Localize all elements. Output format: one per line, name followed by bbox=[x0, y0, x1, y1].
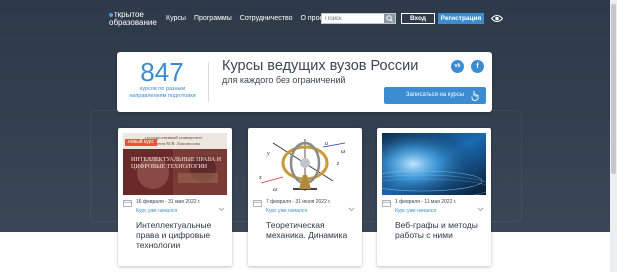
search-box bbox=[321, 13, 396, 24]
site-logo[interactable]: ткрытое образование bbox=[109, 11, 157, 27]
facebook-icon[interactable]: f bbox=[471, 60, 484, 73]
course-date: 16 февраля - 31 мая 2022 г. bbox=[136, 199, 201, 205]
banner-subtitle: для каждого без ограничений bbox=[222, 75, 346, 85]
course-status: Курс уже начался bbox=[395, 208, 437, 214]
vk-icon[interactable]: vk bbox=[451, 60, 464, 73]
pointer-hand-icon bbox=[471, 91, 479, 101]
svg-text:имени М.В. Ломоносова: имени М.В. Ломоносова bbox=[153, 141, 200, 146]
course-card-web-graphs[interactable]: 1 февраля - 11 мая 2022 г. Курс уже нача… bbox=[377, 128, 491, 266]
main-nav: Курсы Программы Сотрудничество О проекте bbox=[166, 15, 334, 23]
course-status: Курс уже начался bbox=[136, 208, 178, 214]
course-count-caption: курсов по разным направлениям подготовки bbox=[129, 86, 196, 99]
new-course-badge: новый курс bbox=[125, 139, 157, 146]
banner-title: Курсы ведущих вузов России bbox=[222, 58, 419, 74]
logo-text-line2: образование bbox=[109, 18, 157, 27]
search-button[interactable] bbox=[384, 14, 395, 23]
nav-item-programs[interactable]: Программы bbox=[194, 15, 232, 23]
nav-item-cooperation[interactable]: Сотрудничество bbox=[240, 15, 293, 23]
course-title[interactable]: Теоретическая механика. Динамика bbox=[266, 220, 360, 240]
chevron-down-icon[interactable] bbox=[477, 207, 484, 212]
course-date: 1 февраля - 11 мая 2022 г. bbox=[395, 199, 457, 205]
svg-text:u: u bbox=[325, 141, 328, 147]
course-image: государственный университет имени М.В. Л… bbox=[123, 133, 227, 195]
chevron-down-icon[interactable] bbox=[348, 207, 355, 212]
course-count: 847 bbox=[140, 57, 184, 87]
scrollbar-thumb[interactable] bbox=[611, 4, 616, 174]
search-input[interactable] bbox=[322, 14, 385, 23]
course-image: y x u ω z ω bbox=[253, 133, 357, 195]
calendar-icon bbox=[382, 200, 391, 207]
course-status: Курс уже начался bbox=[266, 208, 308, 214]
login-button[interactable]: Вход bbox=[401, 13, 435, 24]
svg-text:y: y bbox=[266, 151, 270, 157]
calendar-icon bbox=[253, 200, 262, 207]
register-button[interactable]: Регистрация bbox=[438, 13, 484, 24]
svg-text:ω: ω bbox=[273, 187, 277, 193]
logo-mark-icon bbox=[109, 12, 113, 17]
chevron-down-icon[interactable] bbox=[218, 207, 225, 212]
svg-text:x: x bbox=[258, 175, 262, 181]
course-card-intellectual-rights[interactable]: государственный университет имени М.В. Л… bbox=[118, 128, 232, 266]
banner-divider bbox=[208, 62, 209, 102]
course-card-theoretical-mechanics[interactable]: y x u ω z ω 7 февраля - 31 июля 2022 г. … bbox=[248, 128, 362, 266]
course-date: 7 февраля - 31 июля 2022 г. bbox=[266, 199, 331, 205]
signup-courses-button[interactable]: Записаться на курсы bbox=[384, 87, 486, 104]
course-image bbox=[382, 133, 486, 195]
course-title[interactable]: Интеллектуальные права и цифровые технол… bbox=[136, 220, 230, 250]
nav-item-courses[interactable]: Курсы bbox=[166, 15, 186, 23]
eye-icon[interactable] bbox=[491, 14, 503, 23]
calendar-icon bbox=[123, 200, 132, 207]
promo-banner: 847 курсов по разным направлениям подгот… bbox=[117, 52, 492, 112]
svg-text:ω: ω bbox=[341, 149, 345, 155]
course-title[interactable]: Веб-графы и методы работы с ними bbox=[395, 220, 489, 240]
signup-courses-label: Записаться на курсы bbox=[405, 92, 465, 98]
search-icon bbox=[386, 15, 393, 22]
course-image-caption: ИНТЕЛЛЕКТУАЛЬНЫЕ ПРАВА И ЦИФРОВЫЕ ТЕХНОЛ… bbox=[131, 157, 222, 170]
